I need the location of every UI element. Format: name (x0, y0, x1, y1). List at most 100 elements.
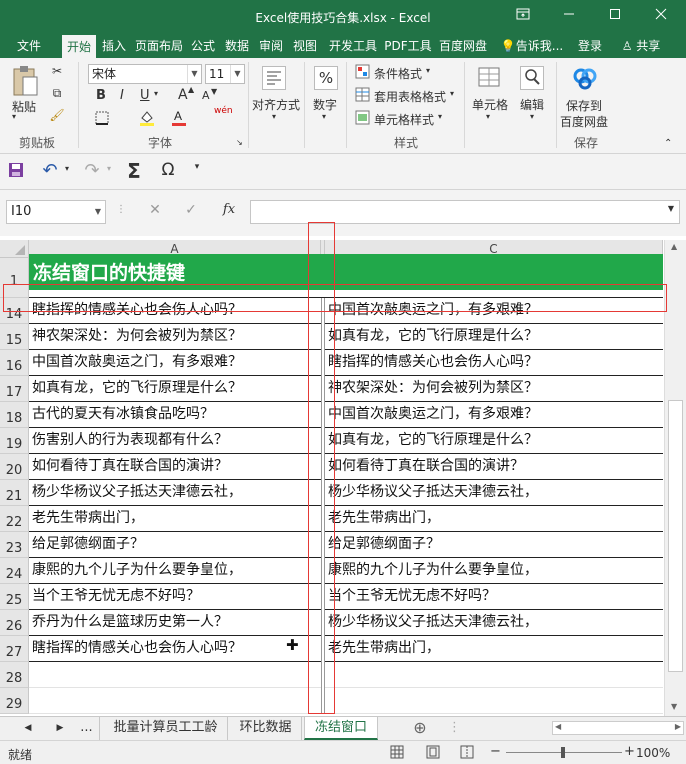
cell-c[interactable]: 当个王爷无忧无虑不好吗？ (325, 584, 663, 610)
font-shrink-button[interactable]: A (202, 89, 210, 102)
next-sheet-icon[interactable]: ▶ (52, 717, 68, 740)
tab-data[interactable]: 数据 (222, 34, 252, 58)
cell-c[interactable]: 瞎指挥的情感关心也会伤人心吗？ (325, 350, 663, 376)
customize-qat-icon[interactable]: ▾ (190, 162, 204, 178)
save-icon[interactable] (6, 162, 26, 182)
cell-c[interactable] (325, 662, 663, 688)
page-layout-icon[interactable] (426, 745, 440, 762)
underline-button[interactable]: U (140, 88, 150, 103)
zoom-slider-thumb[interactable] (561, 747, 565, 758)
cell-c[interactable]: 杨少华杨议父子抵达天津德云社， (325, 610, 663, 636)
row-header[interactable]: 21 (0, 480, 29, 506)
cell-c[interactable]: 如何看待丁真在联合国的演讲？ (325, 454, 663, 480)
cell-style-button[interactable]: 单元格样式 (374, 111, 434, 128)
cell-a[interactable]: 给足郭德纲面子？ (29, 532, 321, 558)
font-color-icon[interactable]: A (168, 108, 190, 128)
border-icon[interactable] (92, 110, 112, 128)
cell-c[interactable]: 神农架深处：为何会被列为禁区？ (325, 376, 663, 402)
page-break-icon[interactable] (460, 745, 474, 762)
select-all-corner[interactable] (0, 240, 29, 258)
more-sheets-button[interactable]: ... (74, 717, 100, 740)
tell-me[interactable]: 💡告诉我... (496, 34, 568, 58)
formula-input[interactable] (250, 200, 680, 224)
horizontal-scrollbar[interactable]: ◀ ▶ (552, 721, 684, 735)
ribbon-display-icon[interactable] (500, 0, 546, 34)
zoom-out-icon[interactable]: − (490, 744, 501, 759)
tab-baidu[interactable]: 百度网盘 (436, 34, 490, 58)
minimize-icon[interactable] (546, 0, 592, 34)
tab-home[interactable]: 开始 (62, 35, 96, 58)
chevron-down-icon[interactable]: ▾ (104, 164, 114, 178)
normal-view-icon[interactable] (390, 745, 404, 762)
expand-formula-icon[interactable]: ▼ (664, 204, 678, 220)
font-name-combo[interactable]: 宋体 ▼ (88, 64, 202, 84)
chevron-down-icon[interactable]: ▾ (62, 164, 72, 178)
signin-button[interactable]: 登录 (572, 34, 608, 58)
sheet-tab-freeze[interactable]: 冻结窗口 (304, 717, 378, 740)
zoom-level[interactable]: 100% (636, 746, 670, 760)
cell-c[interactable]: 康熙的九个儿子为什么要争皇位， (325, 558, 663, 584)
cells-label[interactable]: 单元格 (472, 96, 508, 113)
tab-splitter[interactable]: ⋮ (448, 717, 461, 740)
tab-insert[interactable]: 插入 (99, 34, 129, 58)
cell-a[interactable]: 如何看待丁真在联合国的演讲？ (29, 454, 321, 480)
tab-pdf[interactable]: PDF工具 (382, 34, 434, 58)
sheet-tab-mom[interactable]: 环比数据 (230, 717, 302, 740)
copy-icon[interactable]: ⧉ (48, 86, 66, 104)
percent-icon[interactable]: % (314, 66, 338, 90)
cell-c[interactable]: 杨少华杨议父子抵达天津德云社， (325, 480, 663, 506)
baidu-cloud-icon[interactable] (570, 64, 600, 92)
italic-button[interactable]: I (120, 88, 124, 103)
cell-a[interactable]: 老先生带病出门， (29, 506, 321, 532)
cell-c[interactable] (325, 688, 663, 714)
cell-c[interactable]: 老先生带病出门， (325, 636, 663, 662)
cell-a[interactable]: 乔丹为什么是篮球历史第一人？ (29, 610, 321, 636)
redo-icon[interactable]: ↷ (82, 160, 102, 181)
row-header[interactable]: 22 (0, 506, 29, 532)
row-header[interactable]: 28 (0, 662, 29, 688)
row-header[interactable]: 20 (0, 454, 29, 480)
collapse-ribbon-icon[interactable]: ⌃ (664, 138, 672, 149)
prev-sheet-icon[interactable]: ◀ (20, 717, 36, 740)
cell-c[interactable]: 给足郭德纲面子？ (325, 532, 663, 558)
cell-a[interactable]: 杨少华杨议父子抵达天津德云社， (29, 480, 321, 506)
tab-file[interactable]: 文件 (8, 34, 50, 58)
phonetic-icon[interactable]: wén (214, 106, 233, 116)
cell-a[interactable]: 伤害别人的行为表现都有什么？ (29, 428, 321, 454)
cell-c[interactable]: 如真有龙，它的飞行原理是什么？ (325, 428, 663, 454)
tab-review[interactable]: 审阅 (256, 34, 286, 58)
row-header[interactable]: 25 (0, 584, 29, 610)
check-icon[interactable]: ✓ (182, 202, 200, 222)
zoom-in-icon[interactable]: + (624, 744, 635, 759)
tab-developer[interactable]: 开发工具 (325, 34, 381, 58)
cell-a[interactable]: 当个王爷无忧无虑不好吗？ (29, 584, 321, 610)
share-button[interactable]: ♙ 共享 (612, 34, 670, 58)
cell-c[interactable]: 中国首次敲奥运之门，有多艰难？ (325, 402, 663, 428)
cell-a[interactable]: 中国首次敲奥运之门，有多艰难？ (29, 350, 321, 376)
cell-a[interactable] (29, 688, 321, 714)
scroll-up-icon[interactable]: ▲ (671, 242, 677, 251)
row-header[interactable]: 18 (0, 402, 29, 428)
scroll-right-icon[interactable]: ▶ (675, 722, 681, 731)
cell-a[interactable]: 康熙的九个儿子为什么要争皇位， (29, 558, 321, 584)
search-icon[interactable] (520, 66, 544, 90)
omega-icon[interactable]: Ω (158, 160, 178, 182)
cell-a[interactable]: 古代的夏天有冰镇食品吃吗？ (29, 402, 321, 428)
fill-color-icon[interactable] (136, 108, 158, 128)
save-to-label-2[interactable]: 百度网盘 (560, 113, 608, 130)
format-painter-icon[interactable]: 🖌 (48, 108, 66, 126)
tab-page-layout[interactable]: 页面布局 (133, 34, 185, 58)
cells-icon[interactable] (476, 66, 502, 90)
table-format-button[interactable]: 套用表格格式 (374, 88, 446, 105)
chevron-down-icon[interactable]: ▾ (154, 89, 158, 98)
row-header[interactable]: 26 (0, 610, 29, 636)
close-icon[interactable] (638, 0, 684, 34)
row-header[interactable]: 29 (0, 688, 29, 714)
insert-function-icon[interactable]: fx (218, 202, 240, 222)
sheet-tab-seniority[interactable]: 批量计算员工工龄 (104, 717, 228, 740)
row-header[interactable]: 15 (0, 324, 29, 350)
cut-icon[interactable]: ✂ (48, 64, 66, 82)
tab-formulas[interactable]: 公式 (188, 34, 218, 58)
add-sheet-icon[interactable]: ⊕ (408, 717, 432, 740)
cell-a[interactable]: 如真有龙，它的飞行原理是什么？ (29, 376, 321, 402)
